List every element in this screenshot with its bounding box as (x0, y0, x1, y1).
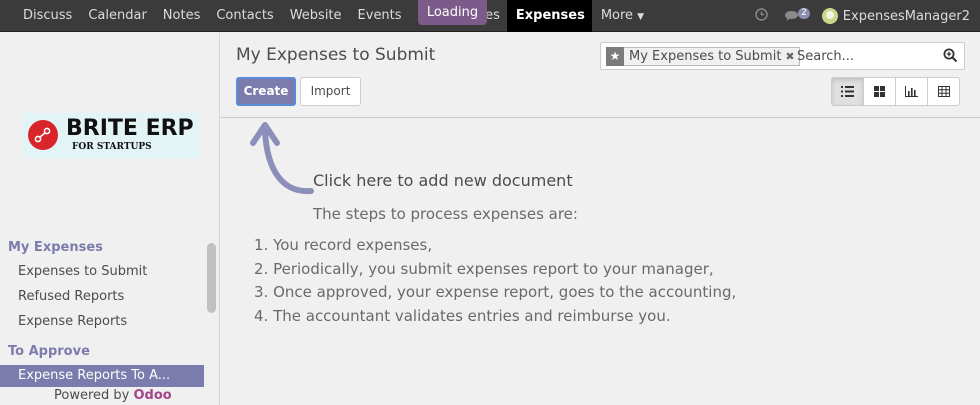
menu-discuss[interactable]: Discuss (14, 0, 79, 32)
menu-expenses[interactable]: Expenses (506, 0, 592, 32)
search-facet-label: My Expenses to Submit (629, 49, 782, 64)
menu-more[interactable]: More ▼ (592, 0, 651, 32)
menu-calendar[interactable]: Calendar (79, 0, 153, 32)
search-facet: ★ My Expenses to Submit ✖ (606, 46, 800, 66)
messages-badge: 2 (798, 7, 810, 19)
sidebar-item-refused-reports[interactable]: Refused Reports (0, 286, 204, 308)
pivot-view-icon[interactable] (927, 77, 960, 106)
logo-subtitle: FOR STARTUPS (72, 142, 152, 152)
arrow-up-icon (250, 122, 314, 195)
section-to-approve: To Approve (8, 344, 90, 359)
menu-events[interactable]: Events (349, 0, 409, 32)
messages-icon[interactable]: 2 (784, 7, 810, 23)
menu-contacts[interactable]: Contacts (207, 0, 280, 32)
list-item: 3. Once approved, your expense report, g… (254, 283, 737, 301)
sidebar: BRITE ERP FOR STARTUPS My Expenses Expen… (0, 33, 220, 405)
list-item: 1. You record expenses, (254, 236, 433, 254)
systray: 2 ExpensesManager2 (755, 0, 980, 32)
sidebar-item-expense-reports-to-approve[interactable]: Expense Reports To A... (0, 365, 204, 387)
avatar (821, 8, 838, 24)
view-switcher (831, 77, 960, 106)
clock-icon[interactable] (755, 7, 768, 25)
sidebar-item-expenses-to-submit[interactable]: Expenses to Submit (0, 261, 204, 283)
menu-more-label: More (600, 8, 634, 23)
search-icon[interactable] (943, 48, 958, 67)
control-panel: My Expenses to Submit Create Import ★ My… (221, 33, 980, 118)
view-content: Click here to add new document The steps… (221, 119, 980, 405)
logo-emblem-icon (28, 120, 58, 150)
star-icon: ★ (606, 46, 624, 66)
graph-view-icon[interactable] (895, 77, 928, 106)
kanban-view-icon[interactable] (863, 77, 896, 106)
menu-notes[interactable]: Notes (154, 0, 208, 32)
search-input[interactable] (797, 47, 937, 66)
user-name: ExpensesManager2 (842, 8, 970, 24)
section-my-expenses: My Expenses (8, 240, 103, 255)
create-button[interactable]: Create (236, 77, 296, 106)
powered-by: Powered by Odoo (54, 388, 172, 403)
breadcrumb: My Expenses to Submit (236, 45, 436, 65)
top-navbar: Discuss Calendar Notes Contacts Website … (0, 0, 980, 32)
app-menu: Discuss Calendar Notes Contacts Website … (14, 0, 651, 32)
caret-down-icon: ▼ (637, 12, 644, 22)
menu-website[interactable]: Website (281, 0, 349, 32)
user-menu[interactable]: ExpensesManager2 (821, 8, 970, 24)
logo-title: BRITE ERP (66, 116, 194, 141)
list-item: 4. The accountant validates entries and … (254, 306, 671, 325)
company-logo[interactable]: BRITE ERP FOR STARTUPS (22, 113, 200, 158)
helper-title: Click here to add new document (313, 171, 573, 190)
helper-subtitle: The steps to process expenses are: (313, 205, 578, 223)
sidebar-scrollbar[interactable] (207, 243, 216, 313)
list-view-icon[interactable] (831, 77, 864, 106)
search-box: ★ My Expenses to Submit ✖ (600, 42, 965, 70)
loading-indicator: Loading (418, 0, 487, 25)
powered-by-brand-link[interactable]: Odoo (134, 388, 172, 403)
import-button[interactable]: Import (300, 77, 361, 106)
list-item: 2. Periodically, you submit expenses rep… (254, 259, 714, 278)
powered-by-label: Powered by (54, 388, 130, 403)
helper-steps: 1. You record expenses, 2. Periodically,… (254, 234, 736, 328)
sidebar-item-expense-reports[interactable]: Expense Reports (0, 311, 204, 333)
